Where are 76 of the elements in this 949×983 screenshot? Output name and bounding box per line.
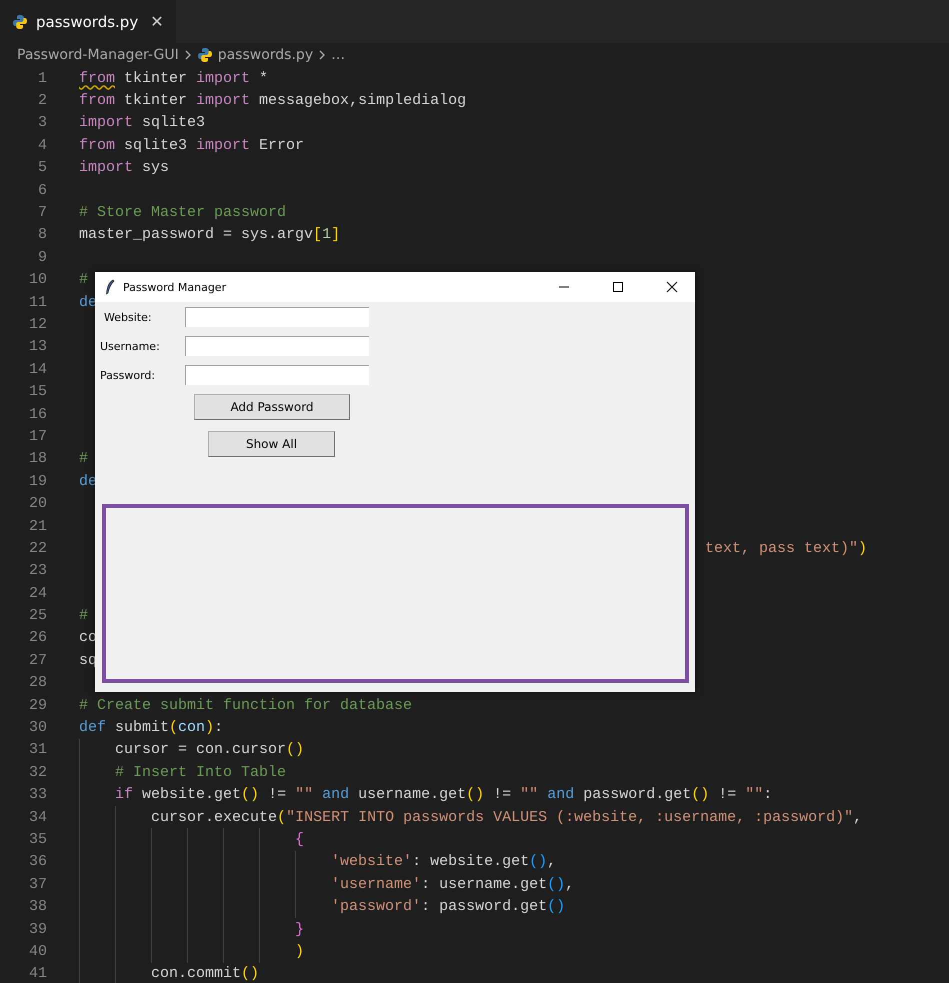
line-number: 36 xyxy=(28,853,47,870)
line-number: 14 xyxy=(28,360,47,378)
line-number: 18 xyxy=(28,450,47,468)
file-tab[interactable]: passwords.py ✕ xyxy=(0,0,176,43)
line-number: 40 xyxy=(28,942,47,960)
line-number: 37 xyxy=(28,876,47,893)
code-line: # Create submit function for database xyxy=(79,696,412,714)
close-icon[interactable]: ✕ xyxy=(150,12,164,31)
code-line: master_password = sys.argv[1] xyxy=(79,226,340,244)
line-number: 32 xyxy=(28,764,47,781)
code-line: { xyxy=(294,830,304,848)
window-title: Password Manager xyxy=(123,280,228,294)
code-line: from tkinter import * xyxy=(79,70,268,87)
line-number: 2 xyxy=(36,92,47,110)
line-number: 5 xyxy=(36,159,47,176)
line-number: 13 xyxy=(28,338,47,356)
show-all-button[interactable]: Show All xyxy=(208,431,335,457)
code-line: 'password': password.get() xyxy=(330,898,566,916)
code-line: import sys xyxy=(79,159,170,176)
code-line: if website.get() != "" and username.get() != "" and password.get() != "": xyxy=(114,786,772,804)
code-line: from tkinter import messagebox,simpledialog xyxy=(79,92,466,110)
field-label: Password: xyxy=(100,368,156,382)
line-number: 8 xyxy=(36,226,47,244)
line-number: 24 xyxy=(28,584,47,602)
breadcrumb-item[interactable]: … xyxy=(331,47,346,63)
code-line: 'website': website.get(), xyxy=(330,853,556,870)
code-line: # xyxy=(79,607,88,624)
code-line: # xyxy=(79,450,88,468)
line-number: 22 xyxy=(28,540,47,557)
line-number: 20 xyxy=(28,495,47,512)
line-number: 35 xyxy=(28,830,47,848)
line-number: 3 xyxy=(36,114,47,132)
field-label: Website: xyxy=(103,310,153,324)
code-line: import sqlite3 xyxy=(79,114,206,132)
code-line: # Store Master password xyxy=(79,204,286,222)
code-line: # xyxy=(79,271,88,288)
code-line: cursor = con.cursor() xyxy=(114,741,304,758)
code-line: con.commit() xyxy=(150,965,260,982)
line-number: 34 xyxy=(28,808,47,826)
line-number: 1 xyxy=(36,70,47,87)
line-number: 33 xyxy=(28,786,47,804)
line-number: 17 xyxy=(28,428,47,445)
code-line: # Insert Into Table xyxy=(114,764,286,781)
line-number: 9 xyxy=(36,248,47,266)
line-number: 10 xyxy=(28,271,47,288)
line-number: 4 xyxy=(36,136,47,154)
code-line: ) xyxy=(294,942,304,960)
breadcrumb-item[interactable]: passwords.py xyxy=(218,47,314,63)
line-number: 7 xyxy=(36,204,47,222)
field-label: Username: xyxy=(100,340,161,352)
line-number: 29 xyxy=(28,696,47,714)
line-number: 41 xyxy=(28,965,47,982)
line-number: 39 xyxy=(28,920,47,938)
line-number: 38 xyxy=(28,898,47,916)
code-line: text, pass text)") xyxy=(704,540,868,557)
code-line: from sqlite3 import Error xyxy=(79,136,304,154)
line-number: 23 xyxy=(28,562,47,580)
line-number: 16 xyxy=(28,406,47,423)
code-line: } xyxy=(294,920,304,938)
line-number: 27 xyxy=(28,652,47,669)
line-number: 25 xyxy=(28,607,47,624)
line-number: 21 xyxy=(28,518,47,534)
line-number: 12 xyxy=(28,316,47,333)
line-number: 28 xyxy=(28,674,47,692)
line-number: 15 xyxy=(28,383,47,400)
line-number: 26 xyxy=(28,629,47,646)
add-button[interactable]: Add Password xyxy=(194,394,350,420)
line-number: 30 xyxy=(28,719,47,736)
line-number: 11 xyxy=(28,294,47,311)
code-line: def submit(con): xyxy=(79,719,224,736)
line-number: 31 xyxy=(28,741,47,758)
code-line: 'username': username.get(), xyxy=(330,876,574,893)
line-number: 6 xyxy=(36,182,47,199)
code-line: cursor.execute("INSERT INTO passwords VALUES (:website, :username, :password)", xyxy=(150,808,862,826)
breadcrumb-item[interactable]: Password-Manager-GUI xyxy=(17,47,179,63)
line-number: 19 xyxy=(28,472,47,490)
